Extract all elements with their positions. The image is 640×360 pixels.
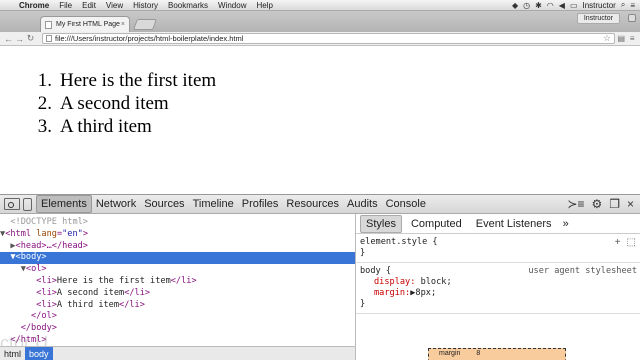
devtools-toolbar: Elements Network Sources Timeline Profil… — [0, 195, 640, 214]
list-item-number: 2. — [37, 93, 52, 114]
dom-node-doctype[interactable]: <!DOCTYPE html> — [0, 217, 355, 229]
tab-strip: My First HTML Page × Instructor — [0, 11, 640, 32]
list-item-number: 3. — [37, 116, 52, 137]
back-icon[interactable]: ← — [3, 34, 14, 44]
list-item: 3. A third item — [18, 115, 216, 138]
show-drawer-icon[interactable]: ≻≡ — [567, 197, 584, 211]
wifi-icon[interactable]: ◠ — [547, 1, 554, 10]
sidebar-tabs: Styles Computed Event Listeners » — [356, 214, 640, 234]
dom-node-html[interactable]: ▼<html lang="en"> — [0, 229, 355, 241]
address-bar[interactable]: file:///Users/instructor/projects/html-b… — [42, 33, 615, 44]
menu-view[interactable]: View — [101, 1, 128, 10]
tab-elements[interactable]: Elements — [36, 195, 92, 213]
box-model-label: margin — [439, 350, 461, 357]
page-favicon-icon — [45, 20, 52, 29]
tab-sources[interactable]: Sources — [140, 196, 188, 212]
menu-app-name[interactable]: Chrome — [16, 1, 54, 10]
box-model-value[interactable]: 8 — [476, 350, 480, 357]
dom-node-li[interactable]: <li>A second item</li> — [0, 288, 355, 300]
list-item-text: A second item — [60, 93, 169, 114]
mac-menu-bar: Chrome File Edit View History Bookmarks … — [0, 0, 640, 11]
tab-console[interactable]: Console — [382, 196, 430, 212]
rule-close-brace: } — [360, 248, 366, 258]
tab-title: My First HTML Page — [56, 21, 120, 28]
menu-bookmarks[interactable]: Bookmarks — [163, 1, 213, 10]
dom-node-body-selected[interactable]: ▼<body> — [0, 252, 355, 265]
dom-node-li[interactable]: <li>A third item</li> — [0, 300, 355, 312]
toggle-element-state-icon[interactable]: ⬚ — [627, 237, 636, 248]
page-viewport: 1. Here is the first item 2. A second it… — [0, 47, 640, 194]
list-item-number: 1. — [37, 70, 52, 91]
new-tab-button[interactable] — [132, 19, 158, 30]
list-item: 2. A second item — [18, 92, 216, 115]
profile-button[interactable]: Instructor — [576, 13, 620, 24]
close-devtools-icon[interactable]: × — [627, 197, 634, 211]
menu-edit[interactable]: Edit — [77, 1, 101, 10]
dock-side-icon[interactable]: ❐ — [609, 197, 620, 211]
tab-resources[interactable]: Resources — [282, 196, 343, 212]
box-model-diagram: margin 8 — [428, 348, 566, 360]
breadcrumb-body[interactable]: body — [25, 346, 53, 360]
forward-icon[interactable]: → — [14, 34, 25, 44]
menu-file[interactable]: File — [54, 1, 77, 10]
page-icon — [46, 35, 52, 42]
ordered-list: 1. Here is the first item 2. A second it… — [18, 69, 216, 138]
browser-tab[interactable]: My First HTML Page × — [40, 16, 130, 32]
extension-icon[interactable]: ▤ — [617, 34, 625, 43]
dom-node-html-close[interactable]: </html> — [0, 335, 355, 347]
tab-computed[interactable]: Computed — [406, 216, 467, 232]
dom-node-head[interactable]: ▶<head>…</head> — [0, 241, 355, 253]
dom-node-body-close[interactable]: </body> — [0, 323, 355, 335]
reload-icon[interactable]: ↻ — [25, 33, 36, 44]
menu-user-name[interactable]: Instructor — [583, 1, 616, 10]
volume-icon[interactable]: ◀ — [559, 1, 565, 10]
clock-icon[interactable]: ◷ — [523, 1, 530, 10]
list-item-text: A third item — [60, 116, 152, 137]
more-tabs-button[interactable]: » — [563, 218, 569, 230]
url-text[interactable]: file:///Users/instructor/projects/html-b… — [55, 34, 603, 43]
settings-gear-icon[interactable]: ⚙ — [591, 197, 602, 211]
styles-sidebar: Styles Computed Event Listeners » elemen… — [356, 214, 640, 360]
rule-selector: element.style { — [360, 237, 438, 247]
chrome-menu-icon[interactable]: ≡ — [630, 34, 635, 43]
menu-help[interactable]: Help — [251, 1, 277, 10]
menu-window[interactable]: Window — [213, 1, 251, 10]
css-property[interactable]: margin:▶8px; — [360, 288, 636, 299]
tab-network[interactable]: Network — [92, 196, 140, 212]
breadcrumb: html body — [0, 346, 355, 360]
browser-toolbar: ← → ↻ file:///Users/instructor/projects/… — [0, 32, 640, 46]
list-item-text: Here is the first item — [60, 70, 217, 91]
css-property[interactable]: display: block; — [360, 277, 636, 288]
tab-audits[interactable]: Audits — [343, 196, 382, 212]
tab-styles[interactable]: Styles — [360, 214, 402, 233]
notification-center-icon[interactable]: ≡ — [630, 1, 635, 10]
list-item: 1. Here is the first item — [18, 69, 216, 92]
tab-event-listeners[interactable]: Event Listeners — [471, 216, 557, 232]
tab-close-icon[interactable]: × — [121, 21, 125, 28]
tab-profiles[interactable]: Profiles — [238, 196, 283, 212]
dom-node-li[interactable]: <li>Here is the first item</li> — [0, 276, 355, 288]
breadcrumb-html[interactable]: html — [0, 347, 25, 360]
tab-timeline[interactable]: Timeline — [189, 196, 238, 212]
fullscreen-icon[interactable] — [628, 14, 636, 22]
new-style-rule-icon[interactable]: + — [615, 237, 621, 248]
rule-source: user agent stylesheet — [528, 266, 637, 276]
inspect-element-icon[interactable] — [4, 198, 20, 210]
body-style-rule[interactable]: body { user agent stylesheet display: bl… — [356, 263, 640, 314]
battery-icon[interactable]: ▭ — [570, 1, 578, 10]
devtools-panel: Elements Network Sources Timeline Profil… — [0, 194, 640, 360]
bluetooth-icon[interactable]: ✱ — [535, 1, 542, 10]
dropbox-icon[interactable]: ◆ — [512, 1, 518, 10]
menu-history[interactable]: History — [128, 1, 163, 10]
dom-node-ol[interactable]: ▼<ol> — [0, 264, 355, 276]
menu-status-area: ◆ ◷ ✱ ◠ ◀ ▭ Instructor ⌕ ≡ — [512, 0, 640, 10]
dom-node-ol-close[interactable]: </ol> — [0, 311, 355, 323]
spotlight-icon[interactable]: ⌕ — [621, 0, 625, 10]
dom-tree[interactable]: <!DOCTYPE html> ▼<html lang="en"> ▶<head… — [0, 214, 356, 360]
rule-close-brace: } — [360, 299, 366, 309]
bookmark-star-icon[interactable]: ☆ — [603, 33, 611, 44]
element-style-rule[interactable]: element.style { } + ⬚ — [356, 234, 640, 263]
device-mode-icon[interactable] — [23, 197, 32, 211]
